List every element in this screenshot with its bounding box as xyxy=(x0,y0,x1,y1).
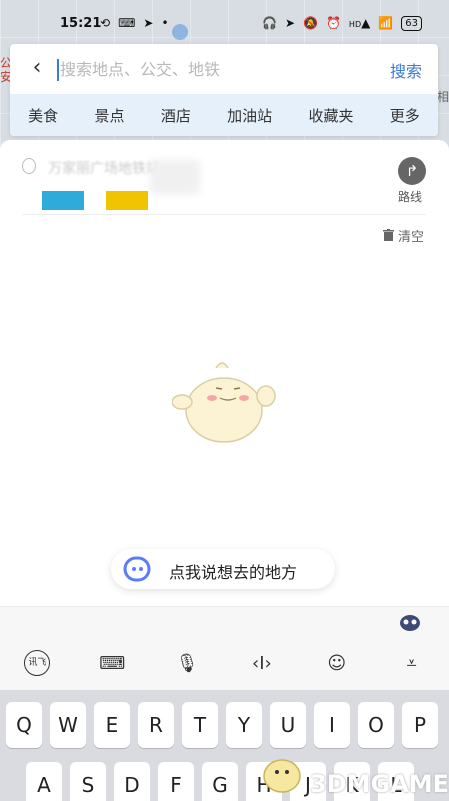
key-s[interactable]: S xyxy=(70,762,106,801)
voice-assistant-icon xyxy=(123,556,151,582)
cursor-move-icon[interactable]: ‹I› xyxy=(246,647,278,679)
key-e[interactable]: E xyxy=(94,702,130,748)
category-scenic[interactable]: 景点 xyxy=(94,105,124,126)
key-r[interactable]: R xyxy=(138,702,174,748)
history-item-text: 万家丽广场地铁站 xyxy=(48,161,160,177)
category-food[interactable]: 美食 xyxy=(28,105,58,126)
keyboard-toolbar: 讯飞 ⌨ 🎙 ‹I› ☺ ⩡ xyxy=(0,636,449,690)
key-row-1: Q W E R T Y U I O P xyxy=(6,702,438,748)
route-icon[interactable]: ↱ xyxy=(398,157,426,185)
collapse-keyboard-icon[interactable]: ⩡ xyxy=(396,647,428,679)
keyboard-icon: ⌨ xyxy=(118,16,136,30)
key-i[interactable]: I xyxy=(314,702,350,748)
key-q[interactable]: Q xyxy=(6,702,42,748)
key-f[interactable]: F xyxy=(158,762,194,801)
status-icons-right: 🎧 ➤ 🔕 ⏰ HD▲ 📶 63 xyxy=(262,15,423,31)
dot-icon: • xyxy=(161,16,169,30)
route-label[interactable]: 路线 xyxy=(398,188,422,205)
category-gas-station[interactable]: 加油站 xyxy=(227,105,272,126)
battery-indicator: 63 xyxy=(401,15,423,31)
search-input[interactable] xyxy=(60,54,360,84)
sync-icon: ⟲ xyxy=(100,16,111,30)
map-label-right: 相 xyxy=(436,90,449,104)
wifi-icon: 📶 xyxy=(378,16,394,30)
text-cursor xyxy=(57,59,59,81)
emoji-icon[interactable]: ☺ xyxy=(321,647,353,679)
handwriting-icon[interactable]: 讯飞 xyxy=(21,647,53,679)
subway-line-chip-blue xyxy=(42,191,84,210)
search-bar: ‹ 搜索 xyxy=(10,44,438,94)
key-d[interactable]: D xyxy=(114,762,150,801)
location-icon: ➤ xyxy=(284,16,296,30)
back-icon[interactable]: ‹ xyxy=(24,56,50,82)
category-more[interactable]: 更多 xyxy=(390,105,420,126)
history-panel: 万家丽广场地铁站 ↱ 路线 清空 点我说想去的地方 xyxy=(0,140,449,606)
alarm-icon: ⏰ xyxy=(325,16,341,30)
category-bar: 美食 景点 酒店 加油站 收藏夹 更多 xyxy=(10,94,438,136)
key-t[interactable]: T xyxy=(182,702,218,748)
voice-search-label: 点我说想去的地方 xyxy=(169,563,298,582)
key-p[interactable]: P xyxy=(402,702,438,748)
keyboard-suggestion-bar xyxy=(0,606,449,636)
category-favorites[interactable]: 收藏夹 xyxy=(308,105,353,126)
microphone-icon[interactable]: 🎙 xyxy=(171,647,203,679)
headphones-icon: 🎧 xyxy=(262,16,277,30)
keyboard-layout-icon[interactable]: ⌨ xyxy=(96,647,128,679)
watermark-text: 3DMGAME xyxy=(310,770,449,798)
navigation-icon: ➤ xyxy=(143,16,154,30)
voice-search-button[interactable]: 点我说想去的地方 xyxy=(111,549,335,589)
key-o[interactable]: O xyxy=(358,702,394,748)
mascot-illustration xyxy=(172,362,276,443)
key-y[interactable]: Y xyxy=(226,702,262,748)
keyboard-mascot-icon[interactable] xyxy=(399,613,421,631)
search-button[interactable]: 搜索 xyxy=(390,58,422,82)
search-card: ‹ 搜索 美食 景点 酒店 加油站 收藏夹 更多 xyxy=(10,44,438,136)
clear-button[interactable]: 清空 xyxy=(382,226,424,245)
blurred-region xyxy=(150,160,200,194)
key-g[interactable]: G xyxy=(202,762,238,801)
key-w[interactable]: W xyxy=(50,702,86,748)
status-icons-left: ⟲ ⌨ ➤ • xyxy=(100,16,169,30)
history-location-icon xyxy=(22,158,36,174)
key-u[interactable]: U xyxy=(270,702,306,748)
status-bar: 15:21 ⟲ ⌨ ➤ • 🎧 ➤ 🔕 ⏰ HD▲ 📶 63 xyxy=(0,10,449,36)
clear-label: 清空 xyxy=(398,230,425,245)
signal-icon: HD▲ xyxy=(348,16,371,30)
subway-line-chip-yellow xyxy=(106,191,148,210)
trash-icon xyxy=(383,229,394,241)
key-a[interactable]: A xyxy=(26,762,62,801)
status-time: 15:21 xyxy=(60,15,102,31)
divider xyxy=(22,214,426,215)
category-hotel[interactable]: 酒店 xyxy=(161,105,191,126)
mute-icon: 🔕 xyxy=(303,16,318,30)
